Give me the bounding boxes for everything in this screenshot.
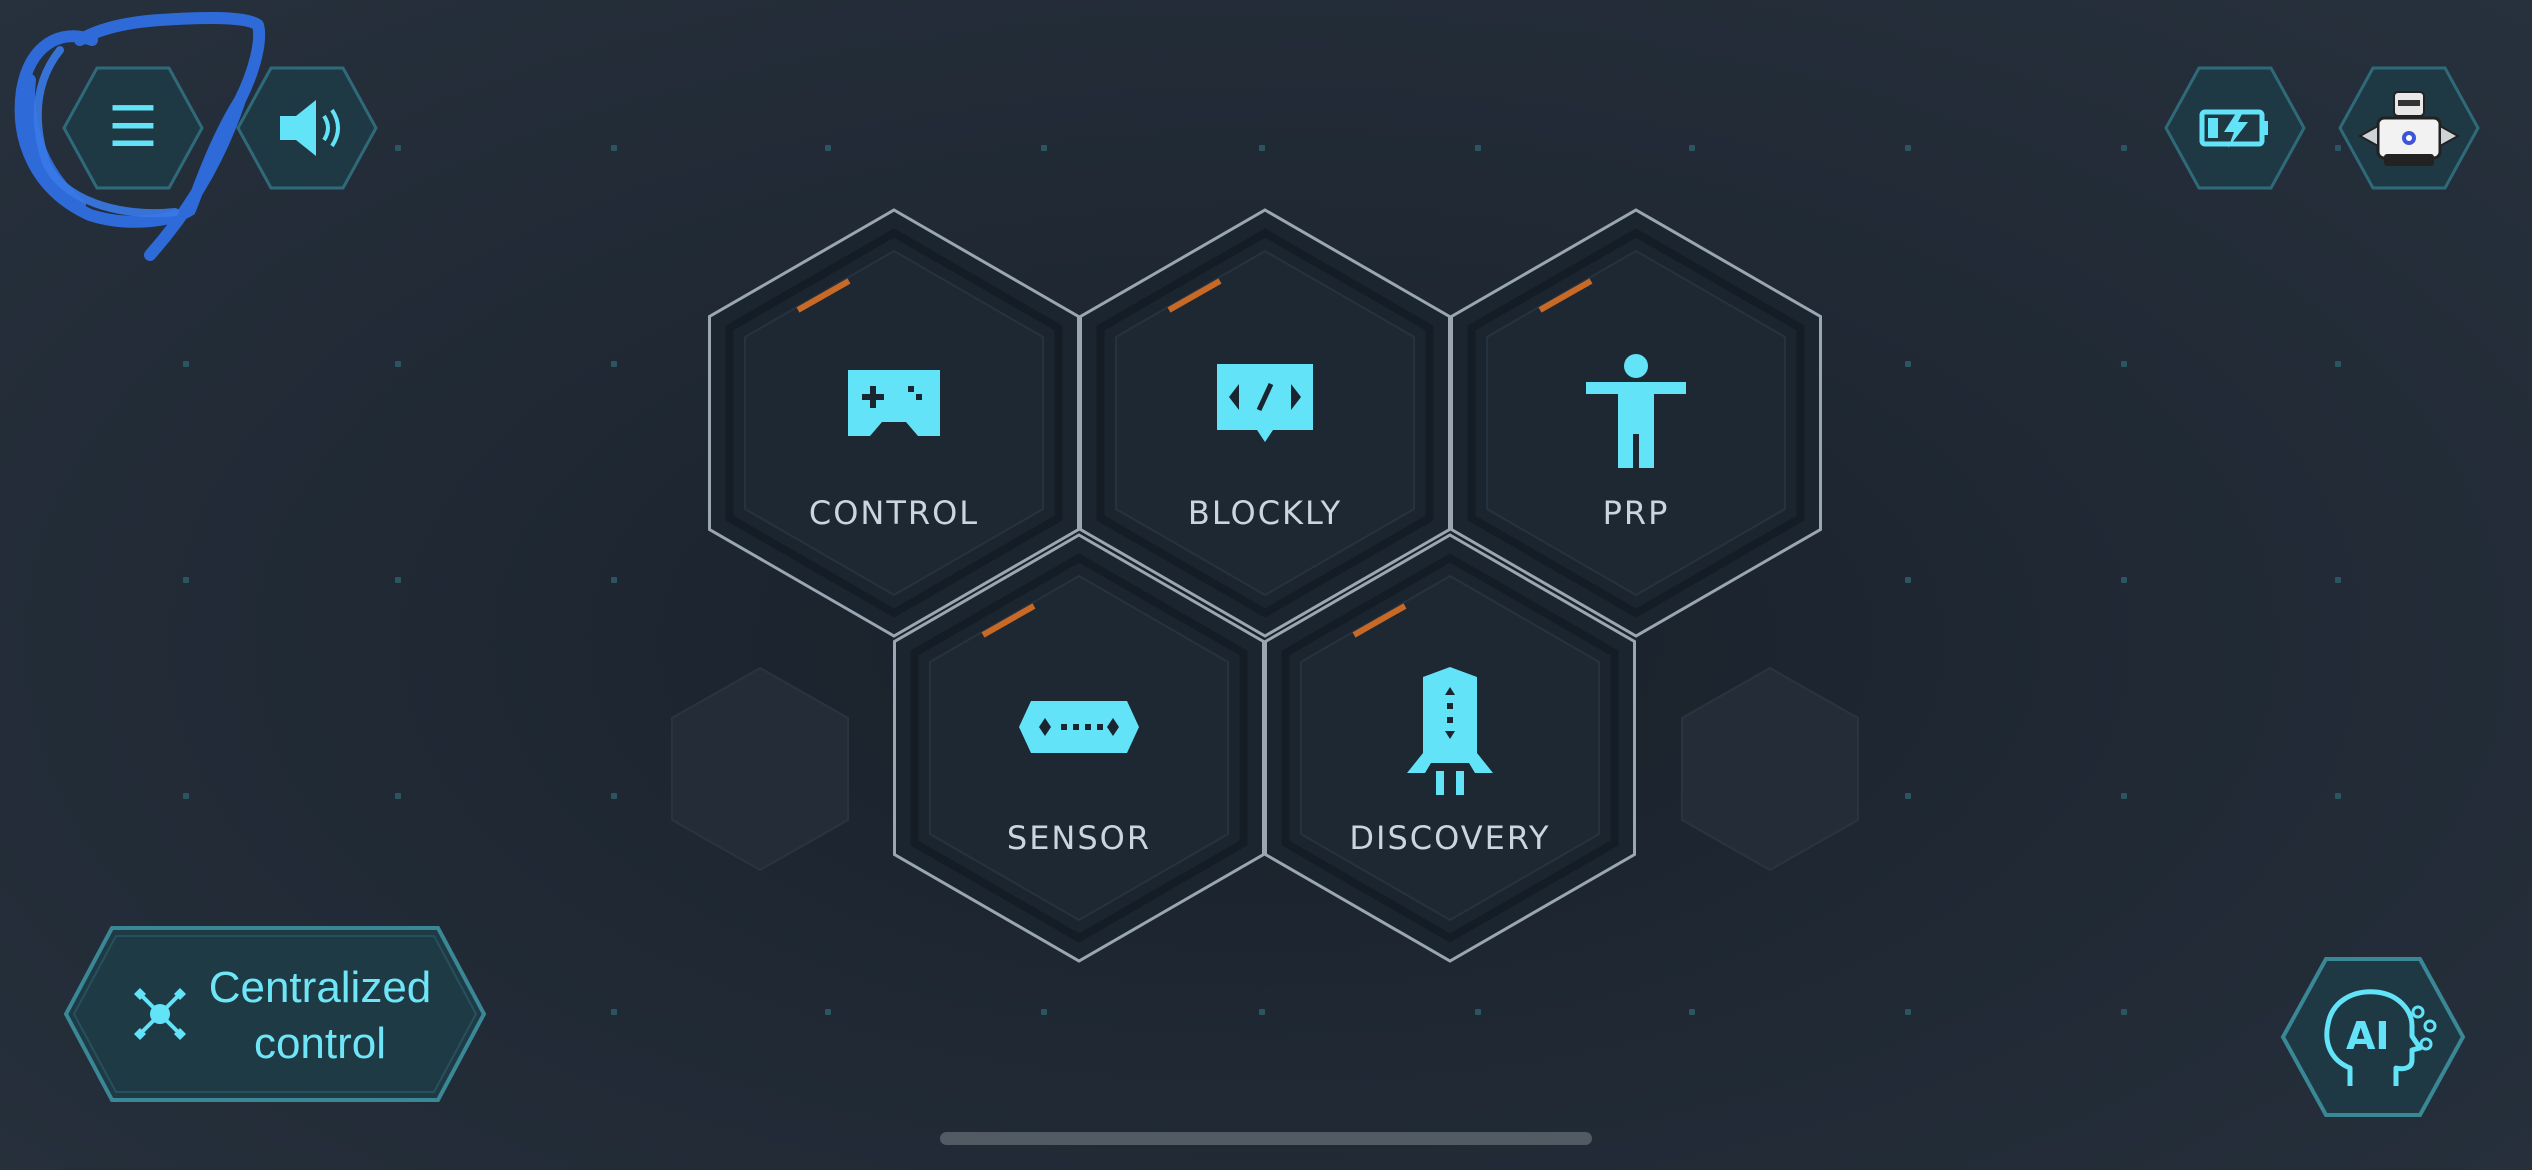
- grid-dot: [1905, 577, 1911, 583]
- grid-dot: [611, 361, 617, 367]
- grid-dot: [2335, 793, 2341, 799]
- grid-dot: [1259, 1009, 1265, 1015]
- placeholder-hex-left: [671, 666, 849, 872]
- battery-button[interactable]: [2164, 66, 2306, 190]
- grid-dot: [2121, 145, 2127, 151]
- main-screen: ☰ CONTROL BLOCKLY PRP SENSOR DISCOVERY C…: [0, 0, 2532, 1170]
- grid-dot: [1475, 1009, 1481, 1015]
- code-bubble-icon: [1217, 364, 1313, 442]
- grid-dot: [183, 361, 189, 367]
- grid-dot: [1905, 145, 1911, 151]
- grid-dot: [395, 793, 401, 799]
- grid-dot: [825, 145, 831, 151]
- grid-dot: [611, 145, 617, 151]
- grid-dot: [1905, 793, 1911, 799]
- grid-dot: [2335, 577, 2341, 583]
- placeholder-hex-right: [1681, 666, 1859, 872]
- grid-dot: [1689, 145, 1695, 151]
- ai-button[interactable]: AI: [2280, 956, 2466, 1118]
- sound-button[interactable]: [236, 66, 378, 190]
- grid-dot: [1259, 145, 1265, 151]
- grid-dot: [395, 145, 401, 151]
- module-sensor[interactable]: SENSOR: [892, 532, 1266, 964]
- grid-dot: [1905, 1009, 1911, 1015]
- menu-button[interactable]: ☰: [62, 66, 204, 190]
- module-discovery[interactable]: DISCOVERY: [1263, 532, 1637, 964]
- grid-dot: [395, 577, 401, 583]
- grid-dot: [825, 1009, 831, 1015]
- centralized-control-line2: control: [253, 1019, 387, 1068]
- robot-button[interactable]: [2338, 66, 2480, 190]
- grid-dot: [2121, 361, 2127, 367]
- grid-dot: [2121, 577, 2127, 583]
- home-indicator[interactable]: [940, 1132, 1592, 1145]
- grid-dot: [611, 793, 617, 799]
- module-label: CONTROL: [808, 494, 980, 532]
- grid-dot: [1041, 145, 1047, 151]
- grid-dot: [1905, 361, 1911, 367]
- grid-dot: [395, 361, 401, 367]
- grid-dot: [2335, 361, 2341, 367]
- module-label: BLOCKLY: [1187, 494, 1343, 532]
- module-label: SENSOR: [1006, 819, 1152, 857]
- grid-dot: [1689, 1009, 1695, 1015]
- person-icon: [1586, 354, 1686, 468]
- grid-dot: [1041, 1009, 1047, 1015]
- rocket-icon: [1407, 667, 1493, 795]
- module-label: PRP: [1602, 494, 1670, 532]
- grid-dot: [1475, 145, 1481, 151]
- hamburger-icon: ☰: [107, 95, 159, 160]
- grid-dot: [2121, 1009, 2127, 1015]
- ai-text: AI: [2346, 1014, 2390, 1058]
- centralized-control-line1: Centralized: [208, 963, 432, 1012]
- module-label: DISCOVERY: [1349, 819, 1551, 857]
- grid-dot: [611, 577, 617, 583]
- grid-dot: [183, 793, 189, 799]
- sensor-icon: [1019, 701, 1139, 753]
- grid-dot: [183, 577, 189, 583]
- grid-dot: [611, 1009, 617, 1015]
- grid-dot: [2121, 793, 2127, 799]
- centralized-control-label: Centralized control: [150, 960, 490, 1072]
- gamepad-icon: [848, 370, 940, 436]
